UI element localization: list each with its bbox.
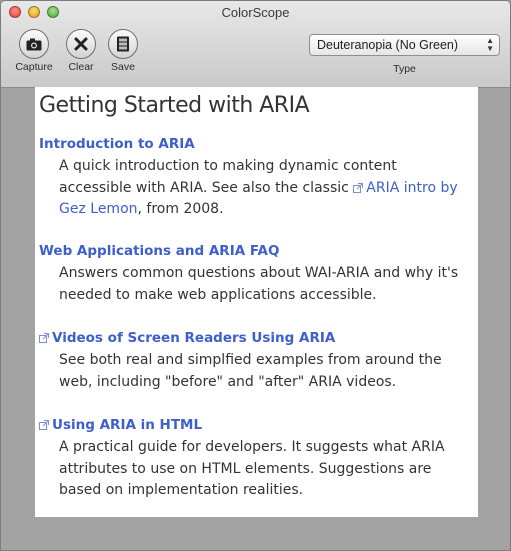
entry-faq: Web Applications and ARIA FAQ Answers co… <box>39 242 469 306</box>
entry-title-text: Using ARIA in HTML <box>52 417 203 433</box>
entry-description: A practical guide for developers. It sug… <box>59 439 445 498</box>
entry-title-link[interactable]: Videos of Screen Readers Using ARIA <box>39 329 469 347</box>
entry-videos: Videos of Screen Readers Using ARIA See … <box>39 329 469 393</box>
entry-title-link[interactable]: Introduction to ARIA <box>39 135 469 153</box>
external-link-icon <box>353 182 364 193</box>
cabinet-icon <box>117 36 129 52</box>
external-link-icon <box>39 333 49 343</box>
window-title: ColorScope <box>221 5 290 20</box>
save-button[interactable]: Save <box>95 29 151 73</box>
type-select[interactable]: Deuteranopia (No Green) ▲ ▼ <box>309 34 500 56</box>
entry-aria-in-html: Using ARIA in HTML A practical guide for… <box>39 416 469 502</box>
entry-title-link[interactable]: Using ARIA in HTML <box>39 416 469 434</box>
entry-introduction: Introduction to ARIA A quick introductio… <box>39 135 469 221</box>
clear-x-icon <box>74 37 88 51</box>
entry-title-text: Videos of Screen Readers Using ARIA <box>52 330 336 346</box>
save-label: Save <box>111 61 135 73</box>
page-heading: Getting Started with ARIA <box>39 93 310 118</box>
entry-description: Answers common questions about WAI-ARIA … <box>59 265 459 303</box>
camera-icon <box>26 38 42 50</box>
entry-description: See both real and simplfied examples fro… <box>59 352 442 390</box>
toolbar: ColorScope Capture Clear Save Deuteranop… <box>1 1 510 88</box>
external-link-icon <box>39 420 49 430</box>
type-label: Type <box>393 63 416 75</box>
entry-description-text: A quick introduction to making dynamic c… <box>59 158 397 196</box>
colorscope-window: ColorScope Capture Clear Save Deuteranop… <box>0 0 511 551</box>
select-arrows-icon: ▲ ▼ <box>486 36 494 53</box>
entry-title-link[interactable]: Web Applications and ARIA FAQ <box>39 242 469 260</box>
entry-description-tail: , from 2008. <box>137 201 224 217</box>
preview-content: Getting Started with ARIA Introduction t… <box>35 87 478 517</box>
entry-description: A quick introduction to making dynamic c… <box>59 156 469 221</box>
type-select-value: Deuteranopia (No Green) <box>317 38 459 52</box>
